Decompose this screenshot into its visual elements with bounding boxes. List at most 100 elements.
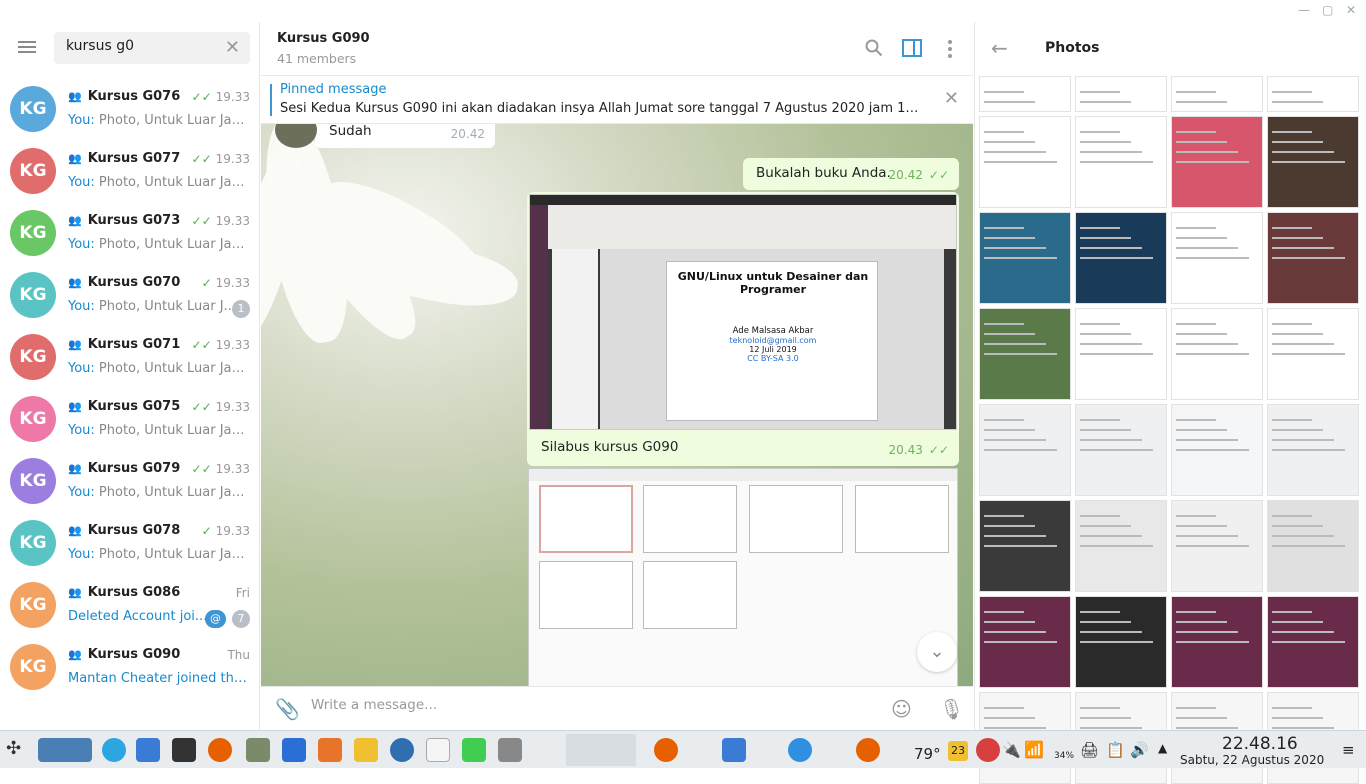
task-firefox-icon[interactable] (654, 738, 678, 762)
task-telegram-window[interactable] (566, 734, 636, 766)
task-file-manager-icon[interactable] (722, 738, 746, 762)
photo-thumbnail[interactable] (1267, 76, 1359, 112)
thumbnail-detail (984, 111, 1046, 112)
photo-thumbnail[interactable] (979, 76, 1071, 112)
impress-icon[interactable] (318, 738, 342, 762)
clock-time[interactable]: 22.48.16 (1222, 734, 1298, 754)
photo-thumbnail[interactable] (1171, 76, 1263, 112)
minimize-icon[interactable]: — (1298, 3, 1310, 17)
photo-thumbnail[interactable] (1267, 404, 1359, 496)
search-icon[interactable] (865, 39, 883, 57)
chat-preview: You: Photo, Untuk Luar Jawa... (68, 113, 250, 128)
photo-thumbnail[interactable] (1171, 308, 1263, 400)
chat-list-item[interactable]: KG 👥 Kursus G079 ✓✓ 19.33 You: Photo, Untuk L… (0, 450, 259, 512)
photo-thumbnail[interactable] (1171, 404, 1263, 496)
photo-thumbnail[interactable] (1075, 500, 1167, 592)
microphone-icon[interactable]: 🎙 (939, 697, 964, 721)
close-window-icon[interactable]: ✕ (1346, 3, 1356, 17)
browser-icon[interactable] (390, 738, 414, 762)
tray-expand-icon[interactable]: ▲ (1158, 741, 1167, 755)
photo-thumbnail[interactable] (1267, 116, 1359, 208)
settings-tools-icon[interactable] (498, 738, 522, 762)
photo-thumbnail[interactable] (979, 500, 1071, 592)
chat-list-item[interactable]: KG 👥 Kursus G073 ✓✓ 19.33 You: Photo, Untuk L… (0, 202, 259, 264)
chat-list-item[interactable]: KG 👥 Kursus G075 ✓✓ 19.33 You: Photo, Untuk L… (0, 388, 259, 450)
search-input[interactable] (66, 38, 216, 54)
photo-thumbnail[interactable] (1075, 76, 1167, 112)
photo-thumbnail[interactable] (1171, 212, 1263, 304)
chat-list-item[interactable]: KG 👥 Kursus G090 Thu Mantan Cheater joined t… (0, 636, 259, 698)
close-pinned-icon[interactable]: ✕ (944, 88, 959, 109)
photo-thumbnail[interactable] (1171, 596, 1263, 688)
more-options-icon[interactable] (947, 40, 953, 58)
photo-screenshot-impress[interactable]: GNU/Linux untuk Desainer dan Programer A… (529, 194, 957, 430)
photo-thumbnail[interactable] (979, 116, 1071, 208)
photo-message-bubble[interactable]: GNU/Linux untuk Desainer dan Programer A… (527, 192, 959, 466)
chat-name: 👥 Kursus G077 (68, 151, 181, 166)
chat-title[interactable]: Kursus G090 (277, 31, 370, 46)
inkscape-icon[interactable] (172, 738, 196, 762)
photo-thumbnail[interactable] (1075, 404, 1167, 496)
photo-thumbnail[interactable] (979, 308, 1071, 400)
printer-icon[interactable]: 🖨 (1080, 741, 1099, 759)
photo-thumbnail[interactable] (1267, 500, 1359, 592)
calendar-day-icon[interactable]: 23 (948, 741, 968, 761)
chat-list-item[interactable]: KG 👥 Kursus G070 ✓ 19.33 You: Photo, Untuk Lu… (0, 264, 259, 326)
photo-thumbnail[interactable] (1075, 596, 1167, 688)
qt-creator-icon[interactable] (462, 738, 486, 762)
workspace-switcher[interactable] (38, 738, 92, 762)
writer-icon[interactable] (282, 738, 306, 762)
app-launcher-icon[interactable]: ✣ (6, 738, 30, 762)
wifi-icon[interactable]: 📶 (1024, 740, 1044, 759)
photo-thumbnail[interactable] (1267, 596, 1359, 688)
task-update-icon[interactable] (788, 738, 812, 762)
photo-slide-sorter[interactable] (528, 468, 958, 686)
maximize-icon[interactable]: ▢ (1322, 3, 1333, 17)
pinned-message-bar[interactable]: Pinned message Sesi Kedua Kursus G090 in… (261, 76, 973, 124)
sidebar-toggle-icon[interactable] (902, 39, 922, 57)
photo-thumbnail[interactable] (979, 596, 1071, 688)
photo-thumbnail[interactable] (1171, 116, 1263, 208)
photo-thumbnail[interactable] (1075, 116, 1167, 208)
message-input[interactable] (311, 697, 871, 713)
weather-temp[interactable]: 79° (914, 745, 941, 763)
attach-icon[interactable]: 📎 (275, 697, 300, 721)
emoji-icon[interactable]: ☺ (891, 697, 912, 721)
photo-thumbnail[interactable] (979, 212, 1071, 304)
task-firefox-icon-2[interactable] (856, 738, 880, 762)
text-editor-icon[interactable] (354, 738, 378, 762)
chat-list-item[interactable]: KG 👥 Kursus G076 ✓✓ 19.33 You: Photo, Untuk L… (0, 78, 259, 140)
volume-icon[interactable]: 🔊 (1130, 741, 1149, 759)
chat-list-item[interactable]: KG 👥 Kursus G071 ✓✓ 19.33 You: Photo, Untuk L… (0, 326, 259, 388)
clock-date[interactable]: Sabtu, 22 Agustus 2020 (1180, 753, 1324, 767)
calculator-icon[interactable] (246, 738, 270, 762)
message-area[interactable]: Sudah 20.42 Bukalah buku Anda. 20.42 ✓✓ G… (261, 124, 973, 686)
message-bubble-outgoing[interactable]: Bukalah buku Anda. 20.42 ✓✓ (743, 158, 959, 190)
back-arrow-icon[interactable]: ← (991, 36, 1008, 60)
usb-icon[interactable]: 🔌 (1002, 741, 1021, 759)
photo-thumbnail[interactable] (1171, 500, 1263, 592)
firefox-icon[interactable] (208, 738, 232, 762)
photo-thumbnail[interactable] (1267, 308, 1359, 400)
chat-list-item[interactable]: KG 👥 Kursus G077 ✓✓ 19.33 You: Photo, Untuk L… (0, 140, 259, 202)
chat-list-item[interactable]: KG 👥 Kursus G078 ✓ 19.33 You: Photo, Untuk Lu… (0, 512, 259, 574)
menu-icon[interactable]: ≡ (1342, 741, 1355, 759)
thumbnail-detail (984, 545, 1057, 547)
clear-search-icon[interactable]: ✕ (225, 37, 240, 58)
scroll-down-button[interactable]: ⌄ (917, 632, 957, 672)
chat-list-item[interactable]: KG 👥 Kursus G086 Fri Deleted Account joi... @… (0, 574, 259, 636)
group-icon: 👥 (68, 152, 82, 165)
battery-level[interactable]: 34% (1054, 751, 1074, 761)
telegram-icon[interactable] (102, 738, 126, 762)
message-bubble-incoming[interactable]: Sudah 20.42 (315, 124, 495, 148)
photo-thumbnail[interactable] (1075, 308, 1167, 400)
clipboard-icon[interactable]: 📋 (1106, 741, 1125, 759)
menu-icon[interactable] (18, 41, 36, 53)
photo-thumbnail[interactable] (979, 404, 1071, 496)
document-icon[interactable] (426, 738, 450, 762)
photo-thumbnail[interactable] (1075, 212, 1167, 304)
photo-thumbnail[interactable] (1267, 212, 1359, 304)
notification-icon[interactable] (976, 738, 1000, 762)
file-manager-icon[interactable] (136, 738, 160, 762)
pinned-text: Sesi Kedua Kursus G090 ini akan diadakan… (280, 101, 920, 116)
